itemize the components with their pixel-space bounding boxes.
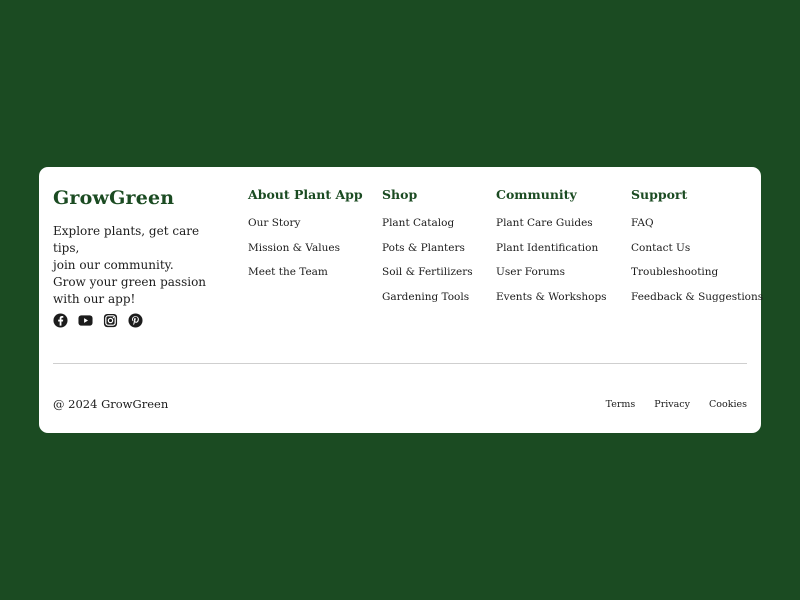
footer-link-plant-care-guides[interactable]: Plant Care Guides [496,217,607,242]
brand-logo[interactable]: GrowGreen [53,187,174,209]
footer-link-gardening-tools[interactable]: Gardening Tools [382,291,473,316]
tagline-line: Explore plants, get care tips, [53,224,200,255]
footer-column-shop: Shop Plant Catalog Pots & Planters Soil … [382,187,473,315]
footer-column-community: Community Plant Care Guides Plant Identi… [496,187,607,315]
footer-link-mission-values[interactable]: Mission & Values [248,242,363,267]
instagram-icon[interactable] [103,313,118,328]
facebook-icon[interactable] [53,313,68,328]
footer-link-soil-fertilizers[interactable]: Soil & Fertilizers [382,266,473,291]
footer-column-about: About Plant App Our Story Mission & Valu… [248,187,363,291]
terms-link[interactable]: Terms [606,399,636,410]
footer-link-plant-catalog[interactable]: Plant Catalog [382,217,473,242]
cookies-link[interactable]: Cookies [709,399,747,410]
social-links [53,313,143,328]
footer-link-contact-us[interactable]: Contact Us [631,242,763,267]
privacy-link[interactable]: Privacy [654,399,690,410]
copyright-text: @ 2024 GrowGreen [53,397,169,411]
tagline-line: with our app! [53,292,136,306]
column-title: Support [631,187,688,202]
brand-tagline: Explore plants, get care tips, join our … [53,223,223,308]
footer-link-troubleshooting[interactable]: Troubleshooting [631,266,763,291]
footer-link-our-story[interactable]: Our Story [248,217,363,242]
footer-link-events-workshops[interactable]: Events & Workshops [496,291,607,316]
footer-link-plant-identification[interactable]: Plant Identification [496,242,607,267]
site-footer: GrowGreen Explore plants, get care tips,… [39,167,763,433]
footer-link-faq[interactable]: FAQ [631,217,763,242]
column-title: Community [496,187,577,202]
footer-link-pots-planters[interactable]: Pots & Planters [382,242,473,267]
footer-link-feedback-suggestions[interactable]: Feedback & Suggestions [631,291,763,316]
footer-link-meet-the-team[interactable]: Meet the Team [248,266,363,291]
column-title: About Plant App [248,187,363,202]
youtube-icon[interactable] [78,313,93,328]
column-title: Shop [382,187,418,202]
tagline-line: join our community. [53,258,174,272]
tagline-line: Grow your green passion [53,275,207,289]
footer-divider [53,363,747,364]
footer-column-support: Support FAQ Contact Us Troubleshooting F… [631,187,763,315]
pinterest-icon[interactable] [128,313,143,328]
footer-link-user-forums[interactable]: User Forums [496,266,607,291]
legal-links: Terms Privacy Cookies [606,399,747,410]
